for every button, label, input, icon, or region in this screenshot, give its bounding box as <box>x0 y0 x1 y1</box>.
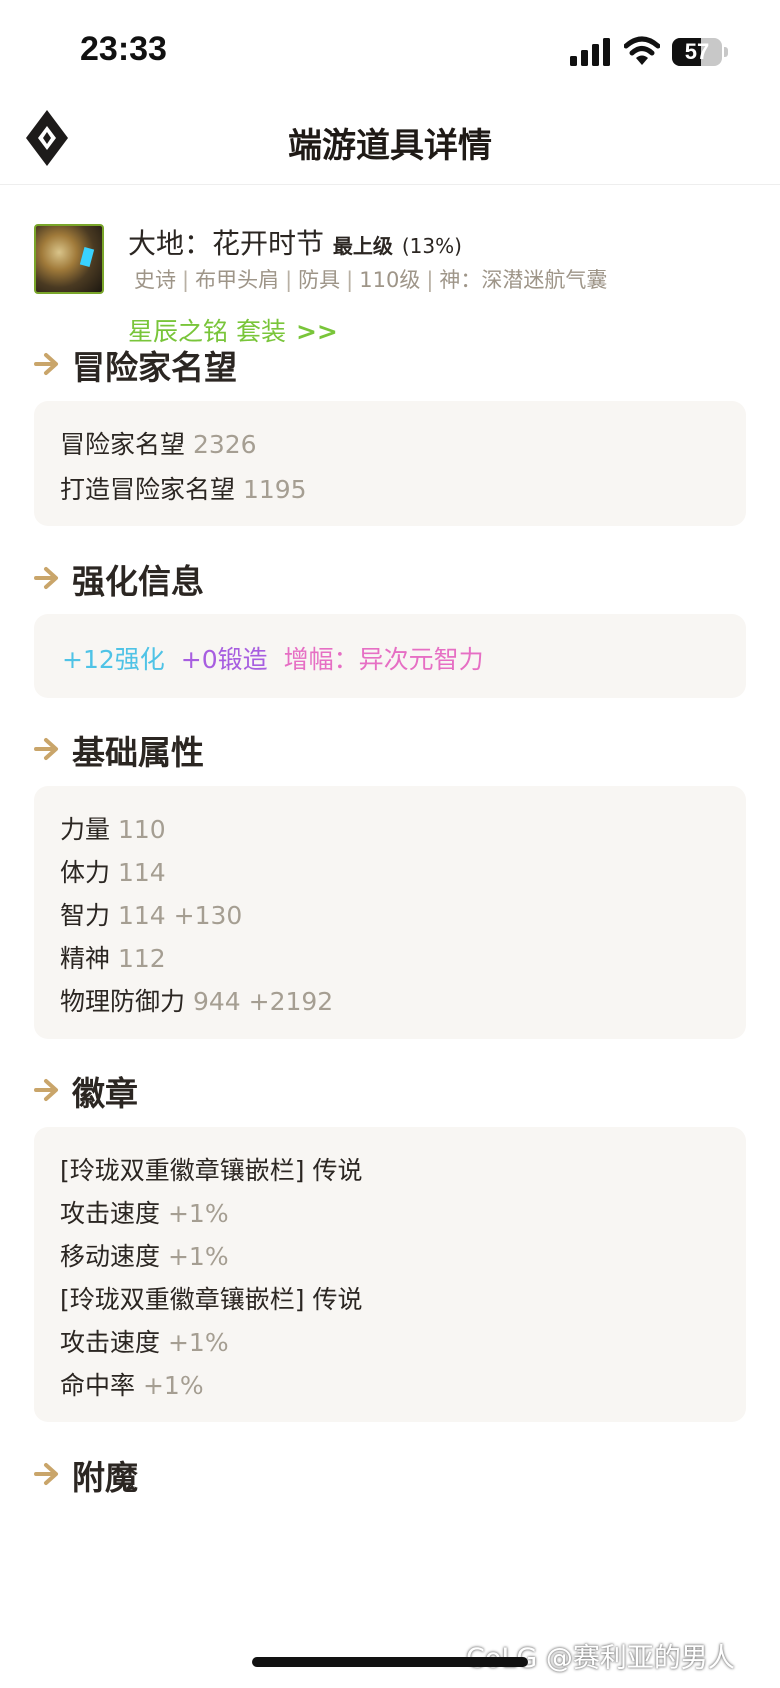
list-item: 力量 110 <box>60 815 166 844</box>
list-item: 物理防御力 944 +2192 <box>60 987 334 1016</box>
item-attributes: 史诗 | 布甲头肩 | 防具 | 110级 | 神：深潜迷航气囊 <box>134 268 608 292</box>
page-title: 端游道具详情 <box>288 126 492 166</box>
item-rarity: 史诗 <box>134 268 176 292</box>
home-indicator[interactable] <box>252 1657 528 1667</box>
status-time: 23:33 <box>80 30 167 68</box>
item-grade-percent: (13%) <box>401 234 462 258</box>
emblems-card: [玲珑双重徽章镶嵌栏] 传说 攻击速度 +1% 移动速度 +1% [玲珑双重徽章… <box>34 1127 746 1422</box>
enhance-level: +12强化 <box>62 645 165 674</box>
item-grade: 最上级 <box>332 234 393 258</box>
list-item: [玲珑双重徽章镶嵌栏] 传说 <box>60 1156 363 1185</box>
list-item: 攻击速度 +1% <box>60 1199 229 1228</box>
list-item: 移动速度 +1% <box>60 1242 229 1271</box>
base-attributes-card: 力量 110 体力 114 智力 114 +130 精神 112 物理防御力 9… <box>34 786 746 1039</box>
reputation-card: 冒险家名望 2326 打造冒险家名望 1195 <box>34 401 746 526</box>
cellular-signal-icon <box>570 38 610 66</box>
section-arrow-icon <box>34 567 58 589</box>
list-item: 攻击速度 +1% <box>60 1328 229 1357</box>
item-summary: 大地：花开时节 最上级 (13%) 史诗 | 布甲头肩 | 防具 | 110级 | 神：深潜迷航… <box>0 212 780 352</box>
set-arrow: >> <box>295 317 338 346</box>
list-item: 智力 114 +130 <box>60 901 243 930</box>
item-name: 大地：花开时节 最上级 (13%) <box>128 222 462 262</box>
app-header: 端游道具详情 <box>0 100 780 185</box>
battery-level: 57 <box>684 39 710 64</box>
enhance-card: +12强化 +0锻造 增幅：异次元智力 <box>34 614 746 698</box>
battery-icon: 57 <box>672 38 728 66</box>
item-category: 防具 <box>298 268 341 292</box>
wifi-icon <box>624 36 660 65</box>
enhance-chips: +12强化 +0锻造 增幅：异次元智力 <box>62 640 500 676</box>
list-item: 命中率 +1% <box>60 1371 204 1400</box>
list-item: 打造冒险家名望 1195 <box>60 475 307 504</box>
section-arrow-icon <box>34 353 58 375</box>
section-arrow-icon <box>34 738 58 760</box>
watermark: CoLG @赛利亚的男人 <box>466 1643 735 1674</box>
list-item: 体力 114 <box>60 858 166 887</box>
section-arrow-icon <box>34 1079 58 1101</box>
item-type: 布甲头肩 <box>195 268 280 292</box>
item-name-text: 大地：花开时节 <box>128 227 325 260</box>
list-item: 精神 112 <box>60 944 166 973</box>
shoulder-armor-icon <box>34 224 104 294</box>
list-item: 冒险家名望 2326 <box>60 430 257 459</box>
forge-level: +0锻造 <box>180 645 268 674</box>
status-bar: 23:33 57 <box>0 0 780 100</box>
section-arrow-icon <box>34 1463 58 1485</box>
list-item: [玲珑双重徽章镶嵌栏] 传说 <box>60 1285 363 1314</box>
item-level: 110级 <box>359 268 421 292</box>
amplify-info: 增幅：异次元智力 <box>283 645 484 674</box>
item-divine: 神：深潜迷航气囊 <box>439 268 608 292</box>
